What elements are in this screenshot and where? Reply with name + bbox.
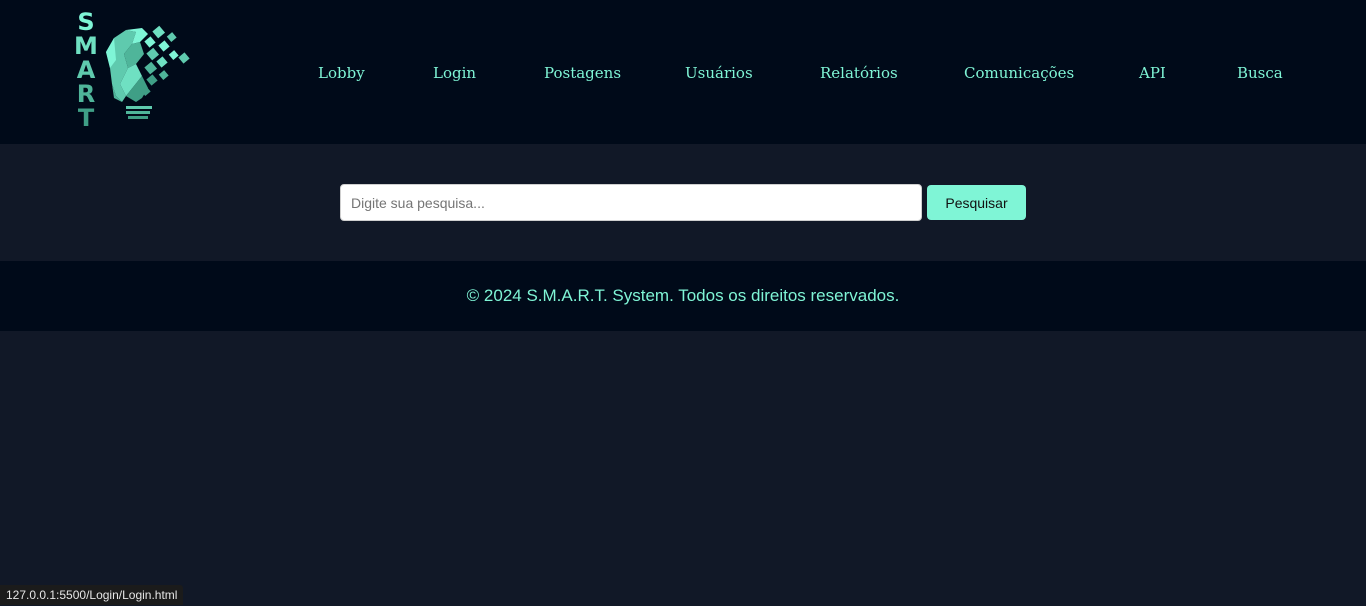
nav-item-comunicacoes[interactable]: Comunicações (964, 60, 1074, 86)
nav-item-relatorios[interactable]: Relatórios (820, 60, 898, 86)
brand-logo[interactable]: S M A R T (74, 10, 194, 135)
nav-item-usuarios[interactable]: Usuários (685, 60, 753, 86)
search-input[interactable] (340, 184, 922, 221)
brand-letter: M (74, 32, 98, 60)
brand-wordmark: S M A R T (74, 10, 98, 130)
nav-item-postagens[interactable]: Postagens (544, 60, 621, 86)
lightbulb-pixels-icon (106, 25, 190, 119)
site-header: S M A R T Lobby Login Postagens Usuários… (0, 0, 1366, 144)
nav-item-api[interactable]: API (1139, 60, 1166, 86)
site-footer: © 2024 S.M.A.R.T. System. Todos os direi… (0, 261, 1366, 331)
nav-item-busca[interactable]: Busca (1237, 60, 1283, 86)
brand-letter: R (76, 80, 96, 108)
brand-letter: A (76, 56, 96, 84)
search-section: Pesquisar (0, 144, 1366, 261)
search-button[interactable]: Pesquisar (927, 185, 1026, 220)
nav-item-login[interactable]: Login (433, 60, 476, 86)
status-bar-url: 127.0.0.1:5500/Login/Login.html (0, 585, 184, 605)
copyright-text: © 2024 S.M.A.R.T. System. Todos os direi… (466, 286, 900, 305)
brand-letter: T (77, 104, 95, 132)
nav-item-lobby[interactable]: Lobby (318, 60, 365, 86)
brand-letter: S (77, 8, 95, 36)
